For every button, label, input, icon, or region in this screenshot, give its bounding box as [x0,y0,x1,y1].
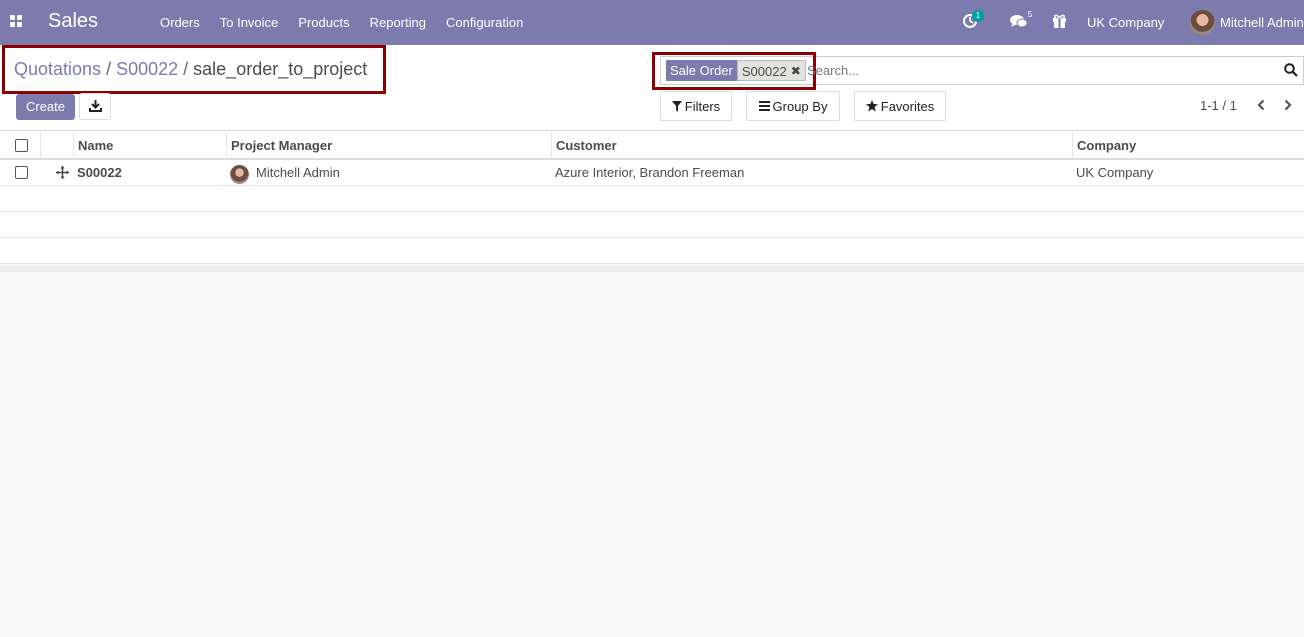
company-switcher[interactable]: UK Company [1087,15,1164,30]
breadcrumb-separator: / [106,59,112,79]
list-icon [758,101,770,111]
download-icon [89,100,102,112]
cell-project-manager: Mitchell Admin [256,165,340,180]
row-checkbox[interactable] [15,166,28,179]
top-navbar: Sales Orders To Invoice Products Reporti… [0,0,1304,45]
project-manager-avatar [230,165,249,184]
create-button[interactable]: Create [16,94,75,120]
previous-page-icon[interactable] [1256,99,1268,113]
empty-row [0,186,1304,212]
filters-button[interactable]: Filters [660,91,732,121]
menu-reporting[interactable]: Reporting [370,15,426,30]
group-by-label: Group By [772,98,828,114]
messages-icon[interactable]: 5 [1010,10,1032,29]
select-all-checkbox[interactable] [15,139,28,152]
column-header-company[interactable]: Company [1072,132,1304,160]
control-panel: Quotations / S00022/sale_order_to_project … [0,45,1304,131]
breadcrumb: Quotations / S00022/sale_order_to_project [14,59,367,80]
pager-value[interactable]: 1-1 / 1 [1200,98,1237,113]
table-header: Name Project Manager Customer Company [0,132,1304,160]
column-header-customer[interactable]: Customer [551,132,1073,160]
next-page-icon[interactable] [1283,99,1295,113]
star-icon [865,100,878,112]
empty-row [0,212,1304,238]
cell-company: UK Company [1076,165,1154,180]
menu-to-invoice[interactable]: To Invoice [220,15,279,30]
app-title[interactable]: Sales [48,10,98,33]
group-by-button[interactable]: Group By [746,91,840,121]
favorites-label: Favorites [880,98,935,114]
list-view: Name Project Manager Customer Company S0… [0,132,1304,264]
user-menu[interactable]: Mitchell Admin [1220,15,1304,30]
column-header-project-manager[interactable]: Project Manager [226,132,552,160]
cell-customer: Azure Interior, Brandon Freeman [555,165,745,180]
menu-orders[interactable]: Orders [160,15,200,30]
user-avatar[interactable] [1190,10,1215,35]
drag-handle-icon[interactable] [56,166,69,179]
search-icon[interactable] [1284,63,1298,77]
empty-row [0,238,1304,264]
main-menu: Orders To Invoice Products Reporting Con… [160,15,543,30]
search-facet-highlight [652,52,816,90]
handle-column-header [40,132,74,160]
cell-name: S00022 [77,165,122,180]
table-row[interactable]: S00022 Mitchell Admin Azure Interior, Br… [0,160,1304,186]
activity-icon[interactable]: 1 [962,10,984,29]
messages-badge: 5 [1027,10,1033,19]
search-input[interactable] [807,59,1277,81]
breadcrumb-s00022[interactable]: S00022 [116,59,178,79]
activity-badge: 1 [972,10,984,22]
column-header-name[interactable]: Name [73,132,227,160]
table-footer [0,266,1304,272]
breadcrumb-separator: / [183,59,189,79]
breadcrumb-quotations[interactable]: Quotations [14,59,101,79]
menu-products[interactable]: Products [298,15,349,30]
filter-icon [671,100,682,112]
apps-menu-icon[interactable] [10,15,23,28]
breadcrumb-current: sale_order_to_project [193,59,368,79]
gift-icon[interactable] [1052,13,1068,29]
export-button[interactable] [79,93,111,120]
favorites-button[interactable]: Favorites [854,91,946,121]
filters-label: Filters [684,98,721,114]
menu-configuration[interactable]: Configuration [446,15,523,30]
